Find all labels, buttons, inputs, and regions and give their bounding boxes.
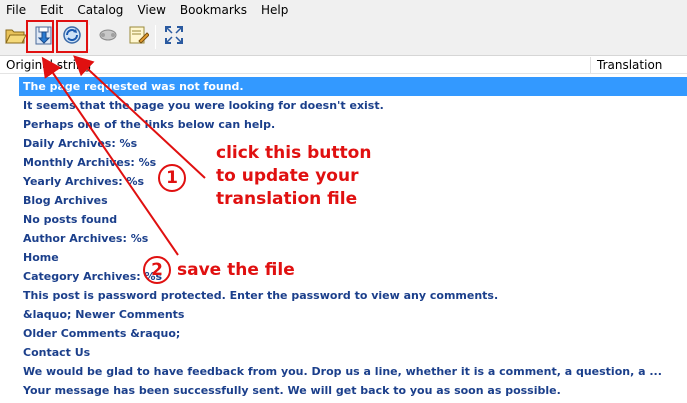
list-item[interactable]: No posts found: [19, 210, 687, 229]
list-item[interactable]: Author Archives: %s: [19, 229, 687, 248]
menu-file[interactable]: File: [0, 0, 34, 20]
step-1-line-3: translation file: [216, 189, 358, 209]
update-button-highlight: [56, 20, 88, 53]
step-2-number: 2: [151, 260, 163, 280]
validate-button[interactable]: [94, 23, 122, 51]
menu-edit[interactable]: Edit: [34, 0, 71, 20]
list-item[interactable]: This post is password protected. Enter t…: [19, 286, 687, 305]
edit-comment-icon: [127, 24, 150, 50]
step-1-circle: 1: [158, 164, 186, 192]
step-2-circle: 2: [143, 256, 171, 284]
open-catalog-icon: [5, 25, 27, 49]
step-1-number: 1: [166, 168, 178, 188]
step-1-line-2: to update your: [216, 166, 359, 186]
list-item[interactable]: Home: [19, 248, 687, 267]
column-header: Original string Translation: [0, 56, 687, 74]
column-divider[interactable]: [590, 57, 591, 73]
list-item[interactable]: We would be glad to have feedback from y…: [19, 362, 687, 381]
menu-help[interactable]: Help: [255, 0, 296, 20]
fullscreen-icon: [164, 25, 184, 49]
list-item[interactable]: It seems that the page you were looking …: [19, 96, 687, 115]
menu-view[interactable]: View: [131, 0, 173, 20]
list-item[interactable]: &laquo; Newer Comments: [19, 305, 687, 324]
list-item[interactable]: Older Comments &raquo;: [19, 324, 687, 343]
column-original-string[interactable]: Original string: [6, 58, 91, 72]
fullscreen-button[interactable]: [160, 23, 188, 51]
list-item[interactable]: Your message has been successfully sent.…: [19, 381, 687, 400]
menu-catalog[interactable]: Catalog: [71, 0, 131, 20]
toolbar-separator: [155, 25, 156, 49]
list-item[interactable]: Contact Us: [19, 343, 687, 362]
menu-bookmarks[interactable]: Bookmarks: [174, 0, 255, 20]
toolbar: [0, 20, 687, 56]
list-item[interactable]: Category Archives: %s: [19, 267, 687, 286]
list-item[interactable]: Perhaps one of the links below can help.: [19, 115, 687, 134]
comment-button[interactable]: [124, 23, 152, 51]
step-1-line-1: click this button: [216, 143, 372, 163]
save-button-highlight: [26, 20, 54, 53]
column-translation[interactable]: Translation: [597, 58, 662, 72]
toolbar-separator: [89, 25, 90, 49]
step-2-text: save the file: [177, 260, 295, 280]
validate-translations-icon: [97, 24, 119, 50]
menu-bar: File Edit Catalog View Bookmarks Help: [0, 0, 687, 20]
list-item[interactable]: The page requested was not found.: [19, 77, 687, 96]
